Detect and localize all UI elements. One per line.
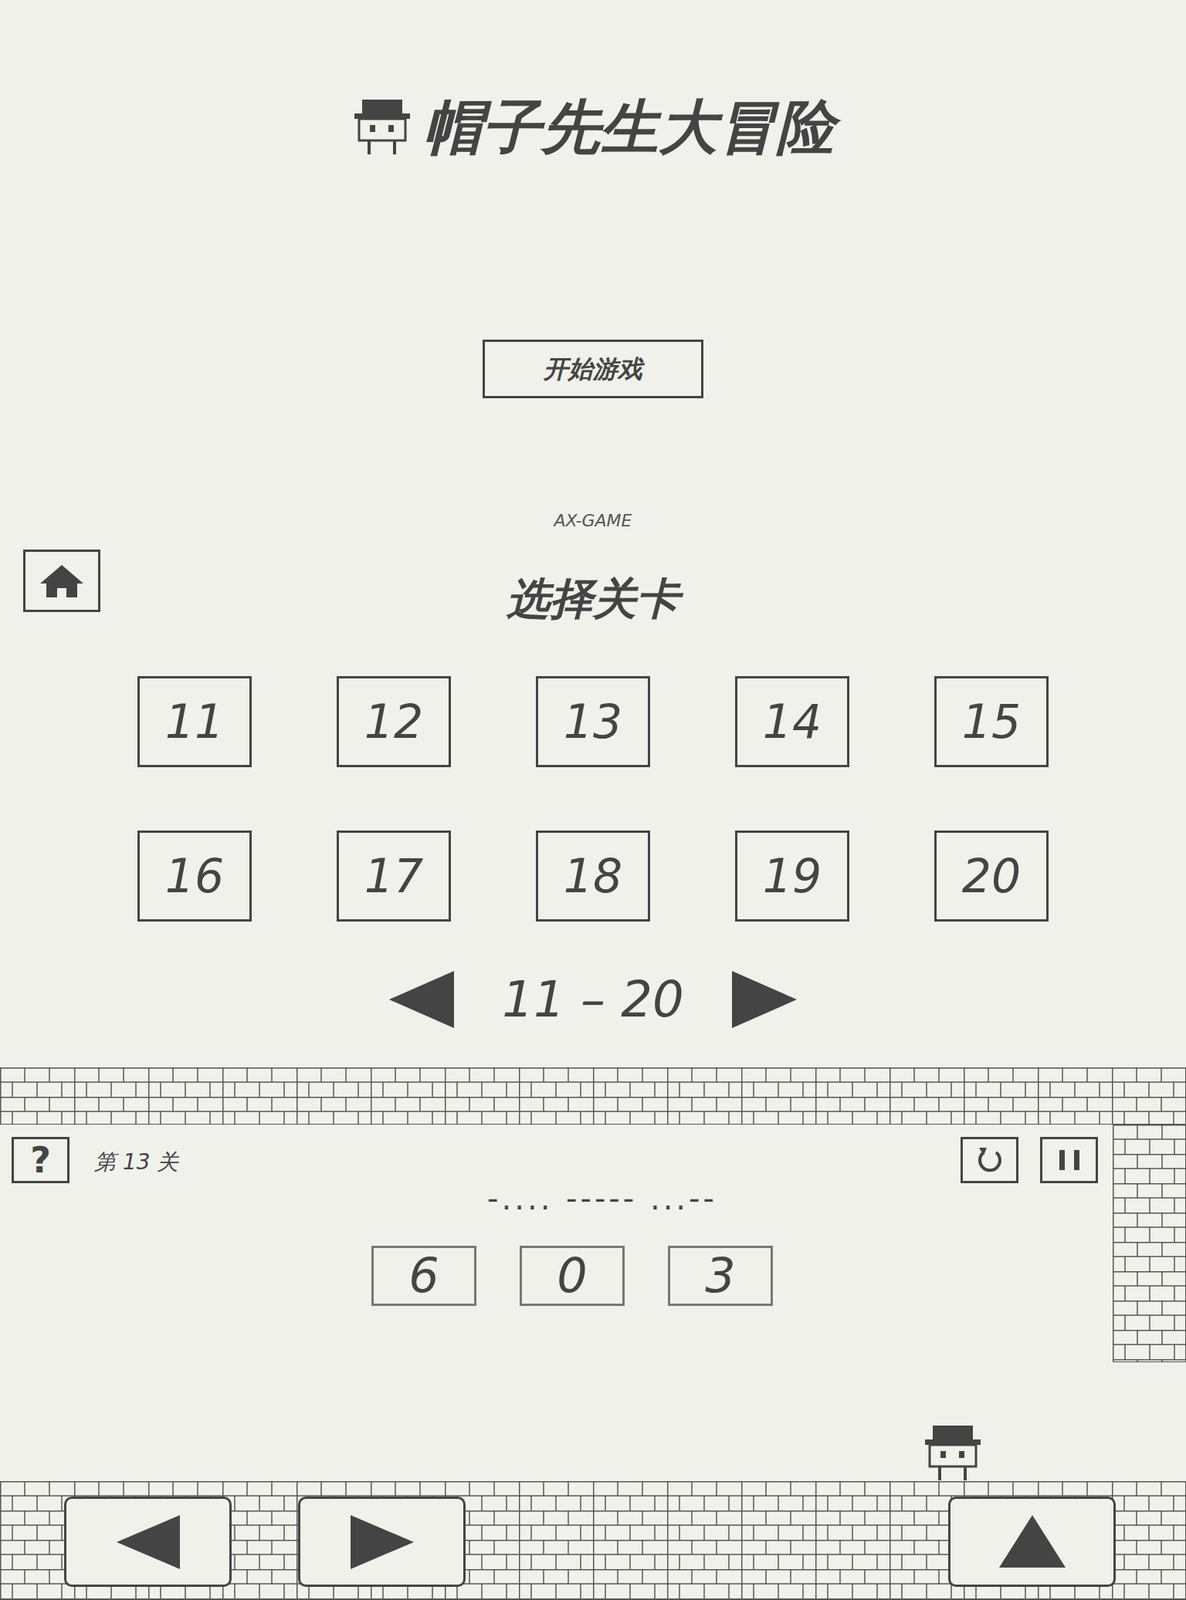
game-title: 帽子先生大冒险 (351, 94, 835, 161)
level-grid: 11 12 13 14 15 16 17 18 19 20 (137, 676, 1049, 922)
right-arrow-icon (347, 1514, 417, 1572)
ceiling-bricks (0, 1067, 1186, 1126)
answer-digit[interactable]: 3 (667, 1246, 773, 1307)
page-label: 11 – 20 (501, 975, 685, 1025)
credit-text: AX-GAME (553, 508, 632, 534)
level-button[interactable]: 19 (735, 830, 850, 922)
pause-button[interactable] (1040, 1137, 1098, 1184)
level-button[interactable]: 13 (535, 676, 651, 768)
move-left-button[interactable] (64, 1497, 232, 1588)
right-arrow-icon (730, 971, 797, 1029)
level-button[interactable]: 11 (137, 676, 252, 768)
wall-bricks (1112, 1125, 1186, 1363)
hat-man-logo-icon (351, 98, 414, 157)
level-select-title: 选择关卡 (506, 574, 680, 624)
level-pager: 11 – 20 (389, 971, 797, 1029)
next-page-button[interactable] (730, 971, 797, 1029)
home-button[interactable] (23, 549, 101, 613)
up-arrow-icon (997, 1514, 1068, 1572)
answer-digit[interactable]: 6 (371, 1246, 477, 1307)
level-button[interactable]: 18 (535, 830, 651, 922)
level-button[interactable]: 15 (934, 676, 1049, 768)
restart-icon (974, 1145, 1006, 1176)
level-label: 第 13 关 (94, 1146, 179, 1180)
move-right-button[interactable] (298, 1497, 466, 1588)
title-text: 帽子先生大冒险 (423, 98, 835, 157)
left-arrow-icon (113, 1514, 183, 1572)
game-scene: ? 第 13 关 -.... ----- ...-- 603 (0, 1067, 1186, 1600)
restart-button[interactable] (960, 1137, 1019, 1184)
left-arrow-icon (389, 971, 456, 1029)
level-select: 选择关卡 11 12 13 14 15 16 17 18 19 20 11 – 20 (0, 540, 1186, 1068)
level-button[interactable]: 17 (336, 830, 451, 922)
title-screen: 帽子先生大冒险开始游戏 AX-GAME (0, 0, 1186, 541)
jump-button[interactable] (948, 1497, 1116, 1588)
prev-page-button[interactable] (389, 971, 456, 1029)
level-button[interactable]: 20 (934, 830, 1049, 922)
level-button[interactable]: 16 (137, 830, 252, 922)
start-button[interactable]: 开始游戏 (482, 339, 704, 399)
answer-digit[interactable]: 0 (519, 1246, 625, 1307)
morse-clue: -.... ----- ...-- (308, 1183, 896, 1215)
level-button[interactable]: 12 (336, 676, 451, 768)
pause-icon (1055, 1148, 1084, 1173)
home-icon (38, 563, 85, 600)
player-hat-man-icon (921, 1424, 984, 1482)
level-button[interactable]: 14 (735, 676, 850, 768)
help-button[interactable]: ? (11, 1137, 70, 1184)
